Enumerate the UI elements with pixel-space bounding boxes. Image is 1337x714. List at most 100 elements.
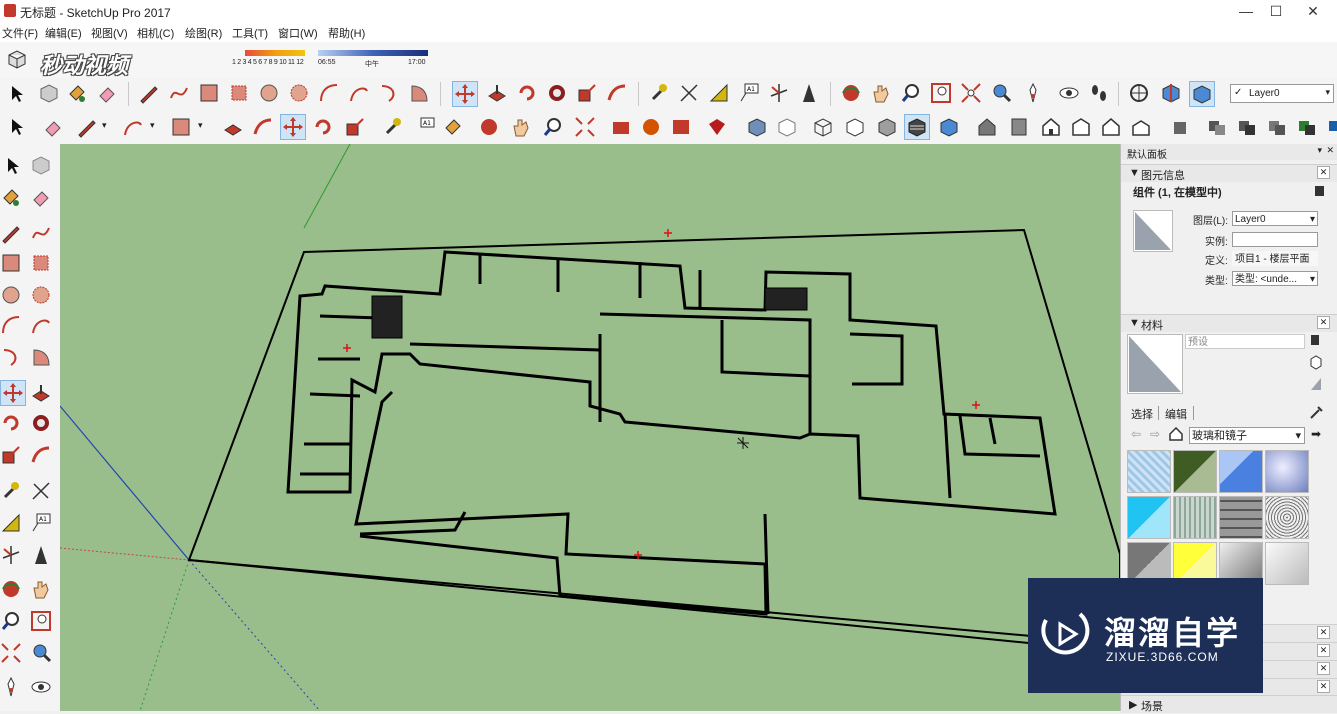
rectangle-icon[interactable] <box>198 82 220 104</box>
sample-paint-dropper-icon[interactable] <box>1309 404 1325 420</box>
left-view-icon[interactable] <box>1130 116 1152 138</box>
front-view-house-icon[interactable] <box>1040 116 1062 138</box>
instance-field[interactable] <box>1232 232 1318 247</box>
eraser-icon[interactable] <box>42 116 64 138</box>
3d-text-icon[interactable] <box>30 544 52 566</box>
offset-icon[interactable] <box>252 116 274 138</box>
select-arrow-icon[interactable] <box>4 156 22 176</box>
default-material-icon[interactable] <box>1309 376 1323 392</box>
back-edges-style-icon[interactable] <box>776 116 798 138</box>
freehand-icon[interactable] <box>30 222 52 244</box>
material-swatch[interactable] <box>1173 496 1217 539</box>
menu-camera[interactable]: 相机(C) <box>137 25 174 41</box>
zoom-extents-icon[interactable] <box>574 116 596 138</box>
menu-window[interactable]: 窗口(W) <box>278 25 318 41</box>
push-pull-icon[interactable] <box>222 116 244 138</box>
layer-select[interactable]: Layer0 ▾ <box>1232 211 1318 226</box>
pencil-icon[interactable] <box>76 116 98 138</box>
menu-help[interactable]: 帮助(H) <box>328 25 365 41</box>
union-icon[interactable] <box>1206 116 1228 138</box>
make-component-icon[interactable] <box>38 82 60 104</box>
materials-header[interactable]: ▼ 材料 ✕ <box>1121 314 1337 332</box>
hidden-line-style-icon[interactable] <box>844 116 866 138</box>
make-component-icon[interactable] <box>30 154 52 176</box>
follow-me-icon[interactable] <box>30 412 52 434</box>
close-icon[interactable]: ✕ <box>1317 662 1330 675</box>
close-icon[interactable]: ✕ <box>1317 680 1330 693</box>
material-swatch[interactable] <box>1219 496 1263 539</box>
rotate-icon[interactable] <box>312 116 334 138</box>
text-label-icon[interactable]: A1 <box>30 512 52 534</box>
freehand-icon[interactable] <box>168 82 190 104</box>
rotated-rectangle-icon[interactable] <box>30 252 52 274</box>
close-icon[interactable]: ✕ <box>1317 644 1330 657</box>
definition-field[interactable]: 项目1 - 楼层平面 <box>1232 251 1318 266</box>
time-slider-track[interactable] <box>318 50 428 56</box>
split-icon[interactable] <box>1296 116 1318 138</box>
warehouse-icon[interactable] <box>610 116 632 138</box>
text-label-icon[interactable]: A1 <box>414 116 436 138</box>
close-button[interactable]: ✕ <box>1290 0 1336 22</box>
paint-bucket-icon[interactable] <box>66 82 88 104</box>
menu-tools[interactable]: 工具(T) <box>232 25 268 41</box>
material-swatch[interactable] <box>1173 450 1217 493</box>
polygon-icon[interactable] <box>30 284 52 306</box>
material-swatch[interactable] <box>1265 542 1309 585</box>
subtract-icon[interactable] <box>1236 116 1258 138</box>
display-section-planes-icon[interactable] <box>1160 82 1182 104</box>
three-point-arc-icon[interactable] <box>378 82 400 104</box>
top-view-icon[interactable] <box>1008 116 1030 138</box>
arc-icon[interactable] <box>318 82 340 104</box>
material-swatch[interactable] <box>1127 450 1171 493</box>
tape-measure-icon[interactable] <box>648 82 670 104</box>
pie-icon[interactable] <box>408 82 430 104</box>
component-icon[interactable] <box>6 48 28 70</box>
shaded-style-icon[interactable] <box>876 116 898 138</box>
forward-arrow-icon[interactable]: ⇨ <box>1150 427 1160 441</box>
look-around-icon[interactable] <box>30 676 52 698</box>
offset-icon[interactable] <box>606 82 628 104</box>
push-pull-icon[interactable] <box>486 82 508 104</box>
trim-icon[interactable] <box>1326 116 1337 138</box>
select-arrow-icon[interactable] <box>8 117 26 137</box>
close-icon[interactable]: ✕ <box>1317 626 1330 639</box>
floor-plan-model[interactable] <box>60 144 1120 711</box>
material-swatch[interactable] <box>1127 496 1171 539</box>
pan-hand-icon[interactable] <box>30 578 52 600</box>
push-pull-icon[interactable] <box>30 382 52 404</box>
back-view-icon[interactable] <box>1100 116 1122 138</box>
material-name-field[interactable]: 预设 <box>1185 334 1305 349</box>
move-tool-selected[interactable] <box>0 380 26 406</box>
pan-hand-icon[interactable] <box>870 82 892 104</box>
scenes-header[interactable]: ▶ 场景 <box>1121 695 1337 713</box>
zoom-extents-icon[interactable] <box>0 642 22 664</box>
walk-footprints-icon[interactable] <box>1088 82 1110 104</box>
month-slider-track[interactable] <box>245 50 305 56</box>
create-material-icon[interactable] <box>1309 354 1323 370</box>
back-arrow-icon[interactable]: ⇦ <box>1131 427 1141 441</box>
wireframe-style-icon[interactable] <box>812 116 834 138</box>
axes-icon[interactable] <box>768 82 790 104</box>
model-viewport[interactable] <box>60 144 1120 711</box>
look-around-icon[interactable] <box>1058 82 1080 104</box>
chevron-down-icon[interactable]: ▾ <box>150 120 155 131</box>
orbit-icon[interactable] <box>0 578 22 600</box>
iso-view-icon[interactable] <box>976 116 998 138</box>
material-swatch[interactable] <box>1265 450 1309 493</box>
zoom-icon[interactable] <box>0 610 22 632</box>
material-swatch[interactable] <box>1265 496 1309 539</box>
position-camera-icon[interactable] <box>1022 82 1044 104</box>
pin-icon[interactable]: ▾ <box>1317 145 1322 156</box>
protractor-icon[interactable] <box>708 82 730 104</box>
two-point-arc-icon[interactable] <box>348 82 370 104</box>
3d-text-icon[interactable] <box>798 82 820 104</box>
section-plane-icon[interactable] <box>1128 82 1150 104</box>
type-select[interactable]: 类型: <unde... ▾ <box>1232 271 1318 286</box>
zoom-extents-icon[interactable] <box>960 82 982 104</box>
move-tool-selected[interactable] <box>452 81 478 107</box>
paint-bucket-icon[interactable] <box>0 186 22 208</box>
entity-info-header[interactable]: ▼ 图元信息 ✕ <box>1121 164 1337 182</box>
circle-icon[interactable] <box>258 82 280 104</box>
shaded-textures-selected[interactable] <box>904 114 930 140</box>
get-models-icon[interactable] <box>670 116 692 138</box>
